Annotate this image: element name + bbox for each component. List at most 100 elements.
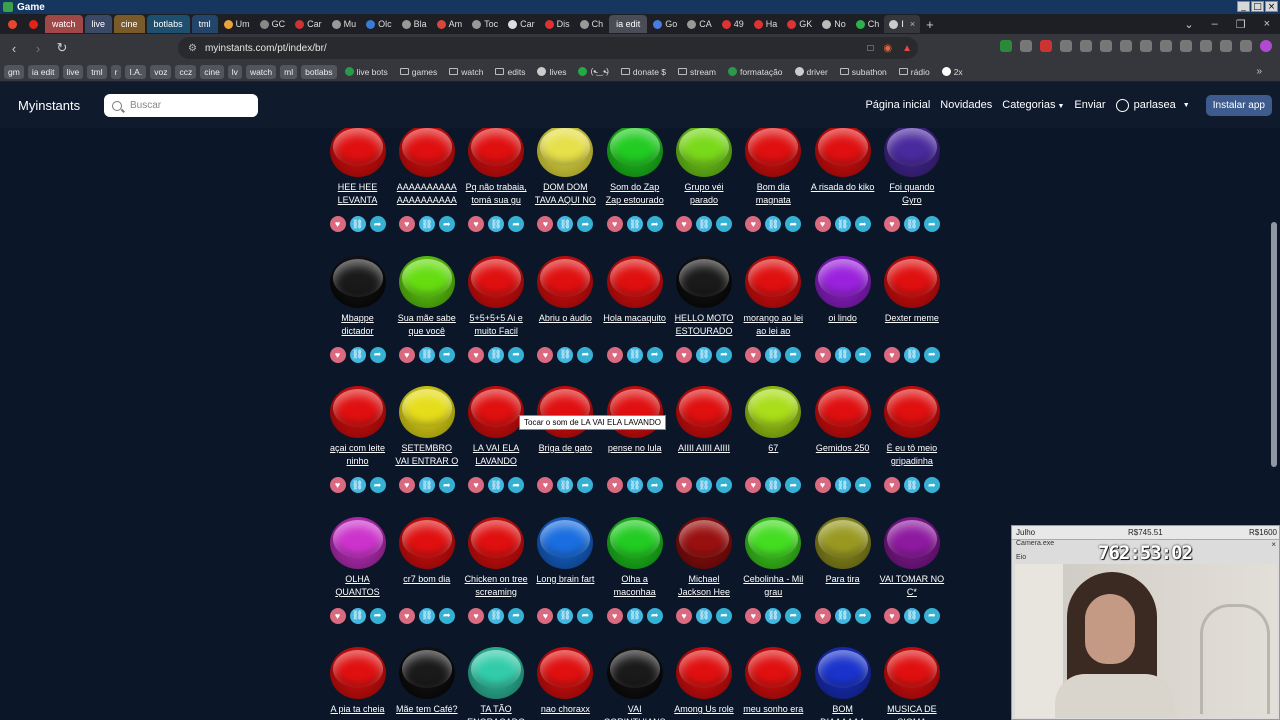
favorite-heart-icon[interactable]: ♥: [468, 477, 485, 493]
new-tab-button[interactable]: +: [920, 17, 940, 32]
favorite-heart-icon[interactable]: ♥: [676, 346, 692, 363]
instant-play-button[interactable]: [329, 128, 387, 179]
share-icon[interactable]: ➦: [923, 216, 940, 232]
extension-icon[interactable]: [1240, 40, 1252, 52]
copy-link-icon[interactable]: ⛓: [834, 477, 851, 493]
share-icon[interactable]: ➦: [785, 346, 802, 363]
browser-tab[interactable]: Toc: [467, 15, 503, 33]
share-icon[interactable]: ➦: [923, 346, 940, 363]
instant-play-button[interactable]: [398, 382, 456, 440]
share-icon[interactable]: ➦: [923, 477, 940, 493]
copy-link-icon[interactable]: ⛓: [418, 607, 435, 624]
instant-title-link[interactable]: LA VAI ELA LAVANDO: [462, 442, 531, 468]
favorite-heart-icon[interactable]: ♥: [814, 346, 831, 363]
instant-play-button[interactable]: [398, 252, 456, 310]
favorite-heart-icon[interactable]: ♥: [676, 607, 692, 624]
instant-play-button[interactable]: [744, 382, 802, 440]
tab-group-chip[interactable]: botlabs: [146, 15, 190, 33]
bookmark-folder[interactable]: edits: [491, 65, 529, 79]
share-icon[interactable]: ➦: [716, 477, 732, 493]
forward-button[interactable]: ›: [28, 41, 48, 56]
copy-link-icon[interactable]: ⛓: [488, 477, 505, 493]
instant-title-link[interactable]: pense no lula: [600, 442, 669, 468]
copy-link-icon[interactable]: ⛓: [418, 346, 435, 363]
instant-title-link[interactable]: VAI CORINTHIANS: [600, 703, 669, 720]
bookmark-folder[interactable]: rádio: [895, 65, 934, 79]
scrollbar-thumb[interactable]: [1271, 222, 1277, 467]
instant-title-link[interactable]: A pia ta cheia: [323, 703, 392, 720]
maximize-icon[interactable]: ❐: [1236, 18, 1246, 31]
copy-link-icon[interactable]: ⛓: [418, 477, 435, 493]
install-app-button[interactable]: Instalar app: [1205, 94, 1272, 116]
address-bar[interactable]: ⚙ myinstants.com/pt/index/br/ □ ◉ ▲: [178, 37, 918, 59]
instant-play-button[interactable]: [675, 252, 733, 310]
share-icon[interactable]: ➦: [716, 216, 732, 232]
instant-play-button[interactable]: [814, 252, 872, 310]
bookmark-group-chip[interactable]: cine: [200, 64, 224, 79]
instant-title-link[interactable]: Dexter meme: [877, 312, 946, 338]
instant-play-button[interactable]: [467, 252, 525, 310]
instant-title-link[interactable]: Abriu o áudio: [531, 312, 600, 338]
instant-play-button[interactable]: [467, 128, 525, 179]
extension-icon[interactable]: [1160, 40, 1172, 52]
extension-icon[interactable]: [1060, 40, 1072, 52]
copy-link-icon[interactable]: ⛓: [765, 477, 782, 493]
browser-tab[interactable]: No: [817, 15, 851, 33]
favorite-heart-icon[interactable]: ♥: [883, 477, 900, 493]
bookmark-group-chip[interactable]: ia edit: [27, 64, 59, 79]
brave-shield-icon[interactable]: ◉: [883, 43, 892, 54]
rewards-icon[interactable]: ▲: [902, 43, 912, 54]
nav-categories-dropdown[interactable]: Categorias ▼: [1002, 99, 1064, 111]
bookmark-folder[interactable]: watch: [445, 65, 487, 79]
instant-play-button[interactable]: [536, 128, 594, 179]
share-icon[interactable]: ➦: [785, 216, 802, 232]
nav-news-link[interactable]: Novidades: [940, 99, 992, 111]
copy-link-icon[interactable]: ⛓: [903, 477, 920, 493]
instant-title-link[interactable]: açai com leite ninho: [323, 442, 392, 468]
instant-title-link[interactable]: MUSICA DE SIGMA: [877, 703, 946, 720]
instant-play-button[interactable]: [398, 513, 456, 571]
favorite-heart-icon[interactable]: ♥: [398, 477, 415, 493]
instant-play-button[interactable]: [329, 643, 387, 701]
site-logo[interactable]: Myinstants: [18, 98, 80, 113]
browser-tab[interactable]: Go: [648, 15, 682, 33]
instant-play-button[interactable]: [814, 128, 872, 179]
bookmark-item[interactable]: 2x: [938, 65, 967, 79]
share-icon[interactable]: ➦: [577, 346, 594, 363]
close-icon[interactable]: ×: [1271, 540, 1276, 549]
extension-icon[interactable]: [1140, 40, 1152, 52]
instant-title-link[interactable]: É eu tô meio gripadinha: [877, 442, 946, 468]
instant-play-button[interactable]: [467, 513, 525, 571]
copy-link-icon[interactable]: ⛓: [834, 216, 851, 232]
back-button[interactable]: ‹: [4, 41, 24, 56]
copy-link-icon[interactable]: ⛓: [765, 607, 782, 624]
instant-title-link[interactable]: 5+5+5+5 Ai e muito Facil: [462, 312, 531, 338]
copy-link-icon[interactable]: ⛓: [488, 346, 505, 363]
favorite-heart-icon[interactable]: ♥: [883, 346, 900, 363]
instant-title-link[interactable]: Bom dia magnata: [739, 181, 808, 207]
instant-title-link[interactable]: Sua mãe sabe que você: [392, 312, 461, 338]
favorite-heart-icon[interactable]: ♥: [537, 607, 554, 624]
copy-link-icon[interactable]: ⛓: [903, 346, 920, 363]
favorite-heart-icon[interactable]: ♥: [814, 607, 831, 624]
instant-title-link[interactable]: AAAAAAAAAA AAAAAAAAAA: [392, 181, 461, 207]
instant-title-link[interactable]: Gemidos 250: [808, 442, 877, 468]
copy-link-icon[interactable]: ⛓: [765, 346, 782, 363]
instant-play-button[interactable]: [606, 252, 664, 310]
share-icon[interactable]: ➦: [785, 607, 802, 624]
share-icon[interactable]: ➦: [438, 346, 455, 363]
share-icon[interactable]: ➦: [646, 607, 663, 624]
favorite-heart-icon[interactable]: ♥: [398, 607, 415, 624]
favorite-heart-icon[interactable]: ♥: [329, 216, 346, 232]
bookmark-item[interactable]: (•̴‿•̴): [574, 65, 612, 79]
instant-play-button[interactable]: [814, 643, 872, 701]
instant-title-link[interactable]: Para tira: [808, 573, 877, 599]
browser-tab[interactable]: Am: [432, 15, 468, 33]
copy-link-icon[interactable]: ⛓: [834, 346, 851, 363]
share-icon[interactable]: ➦: [716, 607, 732, 624]
bookmark-folder[interactable]: donate $: [617, 65, 670, 79]
instant-play-button[interactable]: [467, 382, 525, 440]
instant-title-link[interactable]: AIIII AIIII AIIII: [670, 442, 739, 468]
bookmark-group-chip[interactable]: r: [110, 64, 122, 79]
share-icon[interactable]: ➦: [369, 216, 386, 232]
